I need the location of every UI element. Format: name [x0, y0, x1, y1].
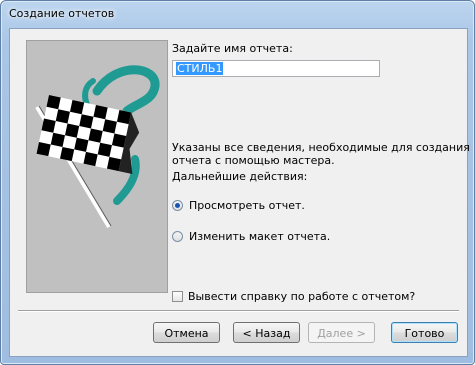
checkered-flag-icon [26, 40, 168, 293]
radio-button[interactable] [172, 231, 183, 242]
report-name-value: СТИЛЬ1 [176, 62, 224, 75]
report-name-field[interactable]: СТИЛЬ1 [172, 60, 380, 77]
help-checkbox[interactable] [172, 291, 183, 302]
back-button[interactable]: < Назад [233, 322, 300, 343]
report-name-prompt: Задайте имя отчета: [172, 42, 293, 55]
radio-preview-label: Просмотреть отчет. [189, 199, 305, 212]
help-checkbox-row[interactable]: Вывести справку по работе с отчетом? [172, 290, 415, 303]
radio-modify-label: Изменить макет отчета. [189, 230, 331, 243]
window-title: Создание отчетов [9, 7, 115, 20]
info-text-line1: Указаны все сведения, необходимые для со… [172, 141, 470, 154]
radio-preview-report[interactable]: Просмотреть отчет. [172, 199, 305, 212]
radio-modify-design[interactable]: Изменить макет отчета. [172, 230, 330, 243]
wizard-window: Создание отчетов Задайте имя отчета: СТИ… [0, 0, 475, 365]
button-separator [18, 310, 459, 312]
cancel-button[interactable]: Отмена [153, 322, 220, 343]
wizard-client-area: Задайте имя отчета: СТИЛЬ1 Указаны все с… [9, 28, 470, 357]
radio-button-selected[interactable] [172, 200, 183, 211]
info-text-line2: отчета с помощью мастера. [172, 154, 335, 167]
next-button[interactable]: Далее > [308, 322, 375, 343]
finish-button[interactable]: Готово [391, 322, 458, 343]
help-checkbox-label: Вывести справку по работе с отчетом? [188, 290, 416, 303]
next-actions-label: Дальнейшие действия: [172, 170, 308, 183]
